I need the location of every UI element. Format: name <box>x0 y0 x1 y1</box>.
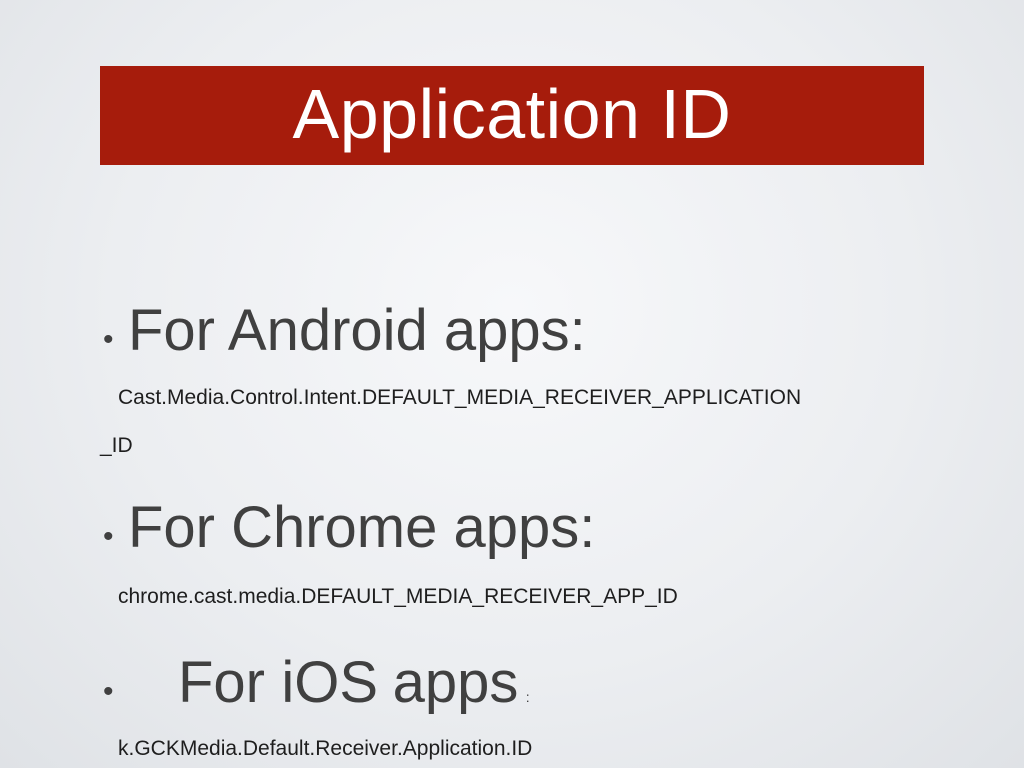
ios-heading-ios: iOS <box>281 650 379 715</box>
chrome-code-line-1: chrome.cast.media.DEFAULT_MEDIA_RECEIVER… <box>118 585 678 608</box>
chrome-heading: For Chrome apps: <box>127 495 596 560</box>
android-code-line-1: Cast.Media.Control.Intent.DEFAULT_MEDIA_… <box>118 386 802 409</box>
ios-heading-for: For <box>177 650 265 715</box>
android-heading: For Android apps: <box>127 298 586 363</box>
slide-title: Application ID <box>292 74 732 153</box>
slide: Application ID • For Android apps: Cast.… <box>0 0 1024 768</box>
ios-code-line-1: k.GCKMedia.Default.Receiver.Application.… <box>118 737 533 760</box>
android-code-line-2: _ID <box>100 434 133 457</box>
bullet-dot: • <box>103 519 114 553</box>
bullet-ios: • For iOS apps : <box>103 654 530 715</box>
bullet-android: • For Android apps: <box>103 302 586 363</box>
title-banner: Application ID <box>100 66 924 165</box>
ios-heading-apps: apps <box>392 650 519 715</box>
ios-heading-colon: : <box>525 689 530 705</box>
bullet-dot: • <box>103 322 114 356</box>
bullet-dot: • <box>103 674 114 708</box>
bullet-chrome: • For Chrome apps: <box>103 499 595 560</box>
